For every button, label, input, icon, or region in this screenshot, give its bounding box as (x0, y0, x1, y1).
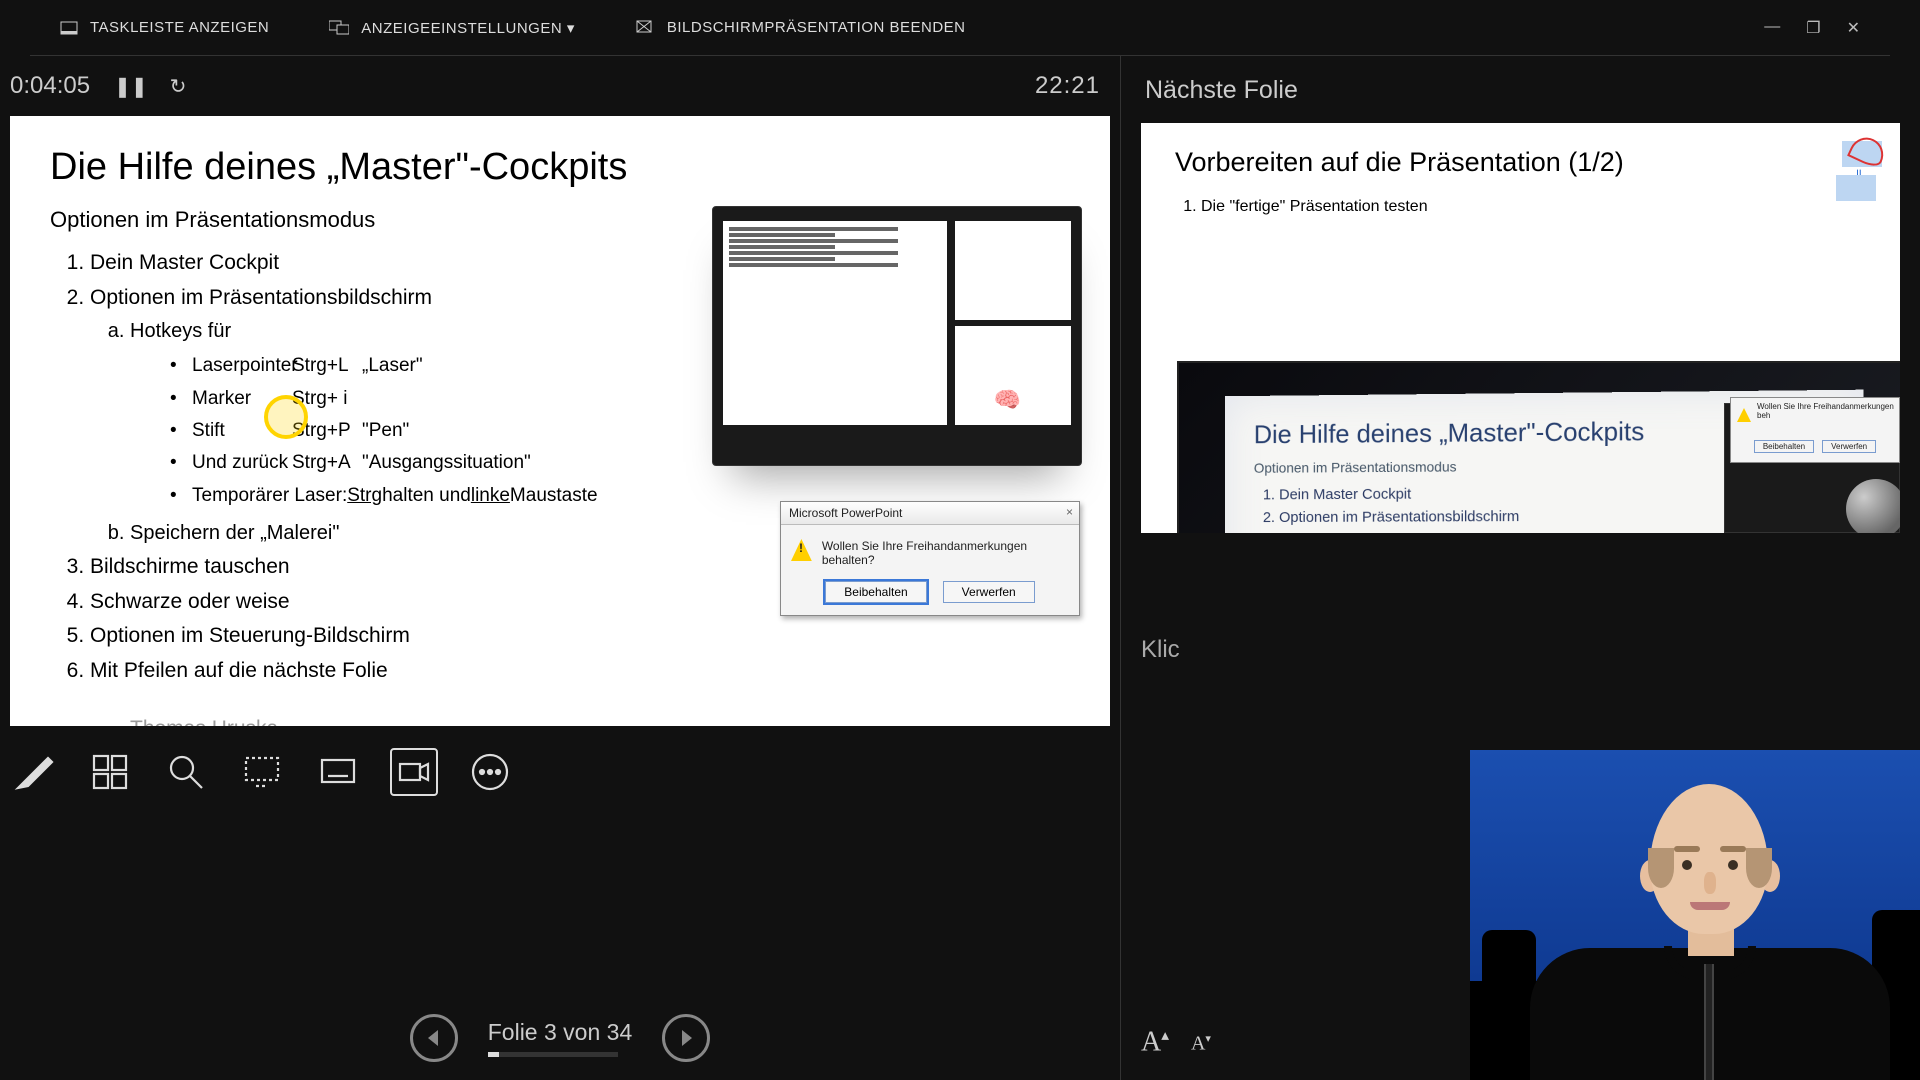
keep-button[interactable]: Beibehalten (825, 581, 926, 603)
restart-timer-button[interactable]: ↻ (170, 74, 187, 99)
webcam-feed[interactable] (1470, 750, 1920, 1080)
slide-title: Die Hilfe deines „Master"-Cockpits (50, 146, 1070, 189)
list-item: Die "fertige" Präsentation testen (1201, 198, 1866, 216)
presenter-header: 0:04:05 ❚❚ ↻ 22:21 (0, 56, 1120, 116)
font-decrease-button[interactable]: A▾ (1191, 1032, 1211, 1056)
menubar: TASKLEISTE ANZEIGEN ANZEIGEEINSTELLUNGEN… (30, 0, 1890, 56)
mini-presenter-thumb: 🧠 (712, 206, 1082, 466)
ink-keep-dialog: Microsoft PowerPoint × Wollen Sie Ihre F… (780, 501, 1080, 616)
subtitle-button[interactable] (314, 748, 362, 796)
brain-icon: 🧠 (994, 387, 1021, 413)
restore-icon[interactable]: ❐ (1806, 18, 1820, 38)
show-taskbar-button[interactable]: TASKLEISTE ANZEIGEN (60, 19, 269, 37)
next-slide-preview[interactable]: Vorbereiten auf die Präsentation (1/2) D… (1141, 123, 1900, 533)
end-show-button[interactable]: BILDSCHIRMPRÄSENTATION BEENDEN (635, 19, 966, 37)
presenter-toolbar (0, 726, 1120, 818)
wall-clock: 22:21 (1035, 72, 1100, 100)
display-settings-button[interactable]: ANZEIGEEINSTELLUNGEN ▾ (329, 19, 575, 37)
next-slide-title: Vorbereiten auf die Präsentation (1/2) (1175, 147, 1866, 178)
pause-timer-button[interactable]: ❚❚ (114, 74, 148, 99)
font-size-controls: A▴ A▾ (1141, 1026, 1211, 1058)
zoom-button[interactable] (162, 748, 210, 796)
show-taskbar-label: TASKLEISTE ANZEIGEN (90, 19, 269, 36)
taskbar-icon (60, 19, 78, 37)
dialog-title: Microsoft PowerPoint (781, 502, 1079, 525)
all-slides-button[interactable] (86, 748, 134, 796)
more-button[interactable] (466, 748, 514, 796)
monitor-photo: Die Hilfe deines „Master"-Cockpits Optio… (1177, 361, 1900, 533)
dialog-message: Wollen Sie Ihre Freihandanmerkungen beha… (822, 539, 1069, 567)
next-slide-heading: Nächste Folie (1145, 76, 1920, 105)
slide-progress (488, 1052, 618, 1057)
list-item: Mit Pfeilen auf die nächste Folie (90, 655, 1070, 688)
warning-icon (791, 539, 812, 561)
current-slide[interactable]: Die Hilfe deines „Master"-Cockpits Optio… (10, 116, 1110, 726)
black-screen-button[interactable] (238, 748, 286, 796)
slide-author: Thomas Hruska (130, 717, 1070, 726)
elapsed-time: 0:04:05 (10, 72, 90, 100)
font-increase-button[interactable]: A▴ (1141, 1026, 1169, 1058)
window-controls: — ❐ ✕ (1764, 18, 1860, 38)
slide-counter: Folie 3 von 34 (488, 1019, 632, 1057)
display-settings-icon (329, 19, 349, 37)
next-slide-button[interactable] (662, 1014, 710, 1062)
camera-button[interactable] (390, 748, 438, 796)
presenter-left-pane: 0:04:05 ❚❚ ↻ 22:21 Die Hilfe deines „Mas… (0, 56, 1120, 1080)
notes-placeholder[interactable]: Klic (1141, 636, 1180, 664)
presenter-right-pane: Nächste Folie Vorbereiten auf die Präsen… (1120, 56, 1920, 1080)
close-icon[interactable]: ✕ (1847, 18, 1860, 38)
decorative-chip: ⇓ (1822, 141, 1882, 201)
pen-tool-button[interactable] (10, 748, 58, 796)
display-settings-label: ANZEIGEEINSTELLUNGEN ▾ (361, 19, 575, 37)
list-item: Optionen im Steuerung-Bildschirm (90, 620, 1070, 653)
prev-slide-button[interactable] (410, 1014, 458, 1062)
end-show-icon (635, 19, 655, 37)
minimize-icon[interactable]: — (1764, 18, 1780, 38)
dialog-close-icon[interactable]: × (1066, 505, 1073, 519)
slide-nav: Folie 3 von 34 (0, 1014, 1120, 1062)
discard-button[interactable]: Verwerfen (943, 581, 1035, 603)
end-show-label: BILDSCHIRMPRÄSENTATION BEENDEN (667, 19, 966, 36)
